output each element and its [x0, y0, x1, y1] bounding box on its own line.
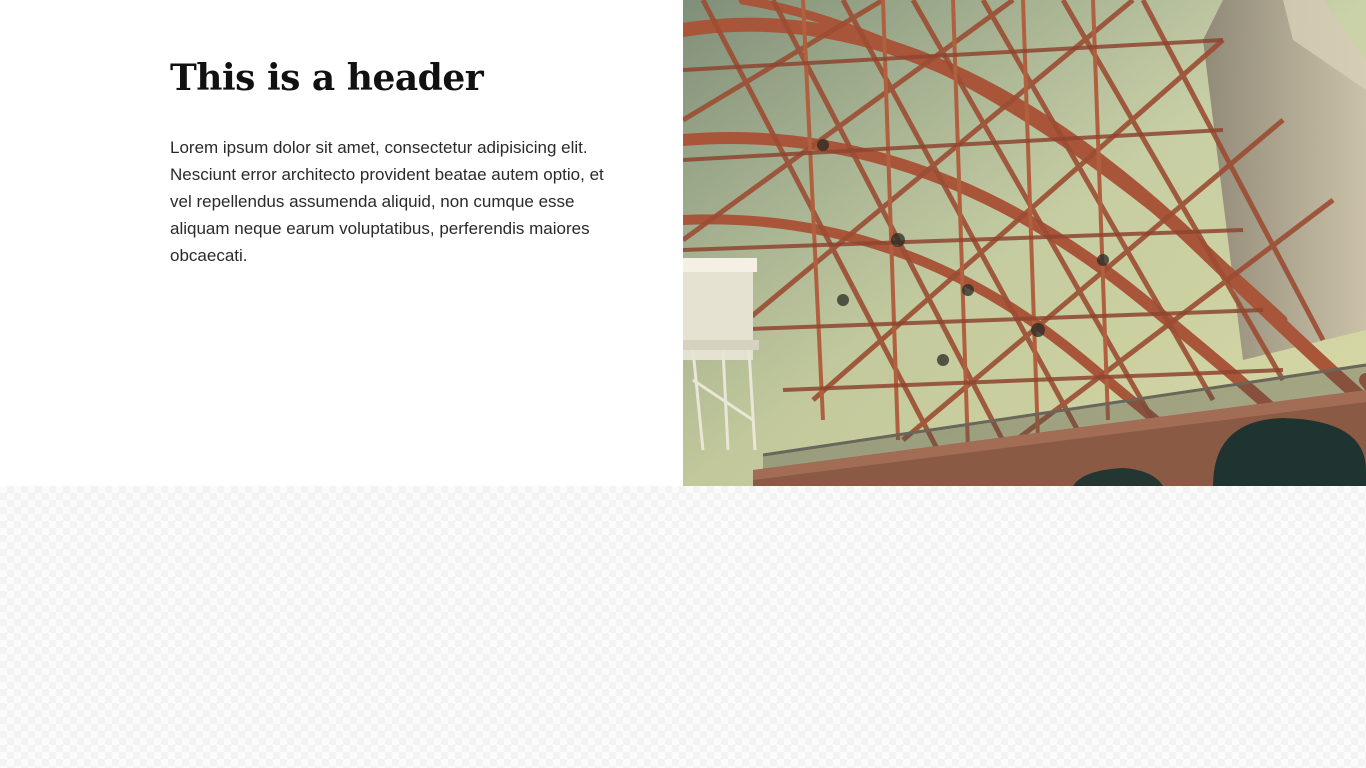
bridge-photo: [683, 0, 1366, 486]
hero-paragraph: Lorem ipsum dolor sit amet, consectetur …: [170, 138, 604, 265]
page-header: This is a header: [170, 57, 484, 99]
hero-section: This is a header Lorem ipsum dolor sit a…: [0, 0, 1366, 486]
hero-text-column: This is a header Lorem ipsum dolor sit a…: [170, 52, 620, 269]
checkered-background: [0, 486, 1366, 768]
